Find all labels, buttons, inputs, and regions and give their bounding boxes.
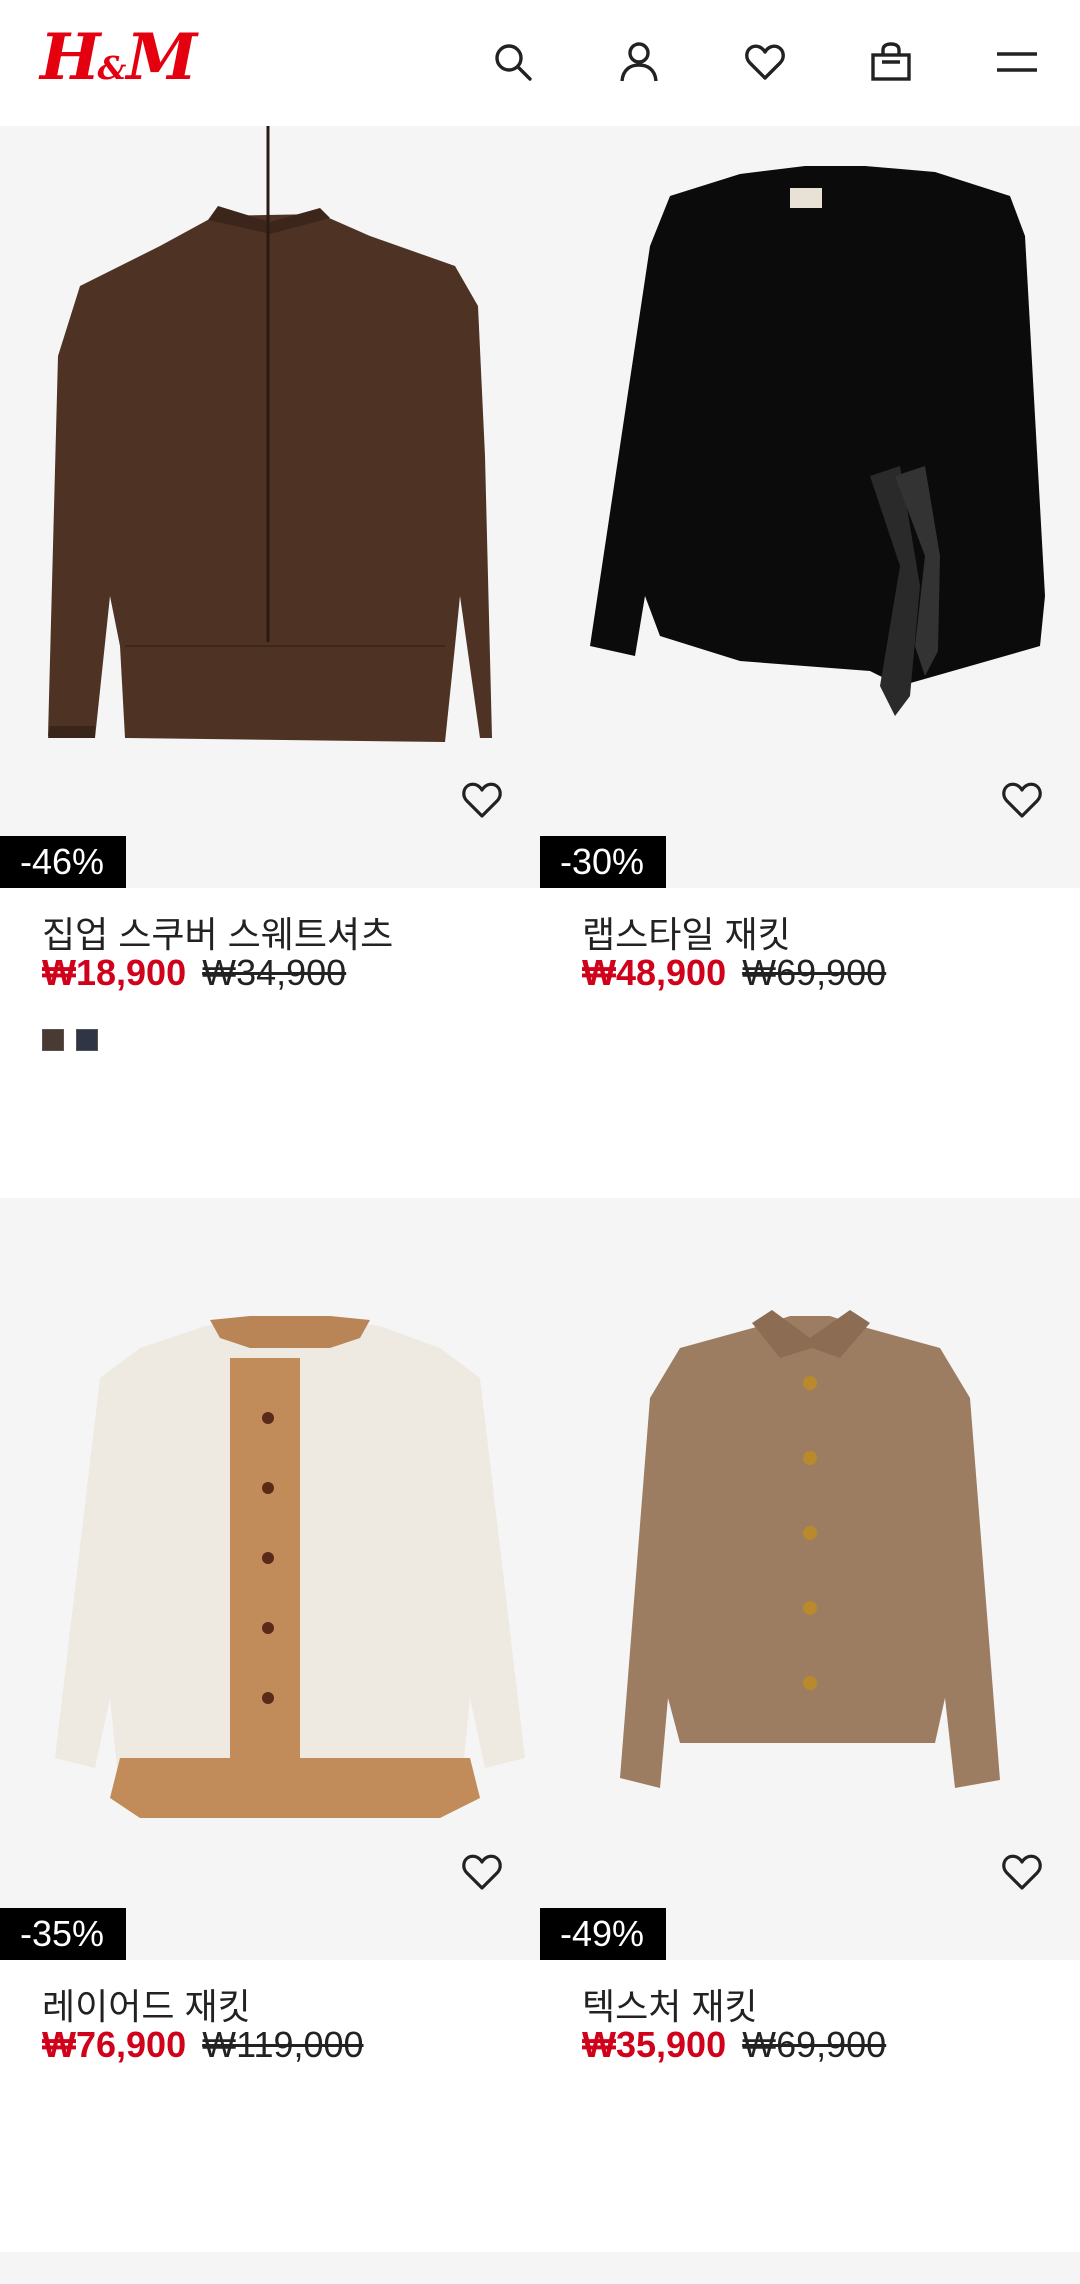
product-image[interactable]: -46% <box>0 126 540 888</box>
sale-price: ₩35,900 <box>582 2024 727 2065</box>
discount-badge: -30% <box>540 836 667 888</box>
top-header: H&M <box>0 0 1080 126</box>
product-card[interactable]: -30% 랩스타일 재킷 ₩48,900 ₩69,900 <box>540 126 1080 993</box>
product-price: ₩76,900 ₩119,000 <box>42 2024 364 2066</box>
add-to-favorites-icon[interactable] <box>454 772 510 828</box>
sale-price: ₩48,900 <box>582 952 727 993</box>
color-swatches <box>42 1029 98 1051</box>
discount-badge: -49% <box>540 1908 667 1960</box>
product-image[interactable]: -49% <box>540 1198 1080 1960</box>
product-card[interactable]: -49% 텍스처 재킷 ₩35,900 ₩69,900 <box>540 1198 1080 2065</box>
product-name[interactable]: 랩스타일 재킷 <box>582 906 791 958</box>
color-swatch-brown[interactable] <box>42 1029 64 1051</box>
add-to-favorites-icon[interactable] <box>454 1844 510 1900</box>
hm-logo[interactable]: H&M <box>40 20 197 95</box>
heart-icon[interactable] <box>735 32 795 92</box>
product-card[interactable]: -46% 집업 스쿠버 스웨트셔츠 ₩18,900 ₩34,900 <box>0 126 540 1051</box>
original-price: ₩69,900 <box>742 2024 887 2065</box>
add-to-favorites-icon[interactable] <box>994 772 1050 828</box>
color-swatch-navy[interactable] <box>76 1029 98 1051</box>
logo-ampersand: & <box>97 49 127 87</box>
product-price: ₩48,900 ₩69,900 <box>582 952 886 994</box>
search-icon[interactable] <box>483 32 543 92</box>
product-name[interactable]: 레이어드 재킷 <box>42 1978 251 2030</box>
product-name[interactable]: 텍스처 재킷 <box>582 1978 758 2030</box>
product-card[interactable]: -35% 레이어드 재킷 ₩76,900 ₩119,000 <box>0 1198 540 2065</box>
sale-price: ₩18,900 <box>42 952 187 993</box>
sale-price: ₩76,900 <box>42 2024 187 2065</box>
original-price: ₩119,000 <box>202 2024 364 2065</box>
next-row-image-edge <box>0 2252 1080 2284</box>
product-price: ₩35,900 ₩69,900 <box>582 2024 886 2066</box>
original-price: ₩34,900 <box>202 952 347 993</box>
discount-badge: -46% <box>0 836 127 888</box>
discount-badge: -35% <box>0 1908 127 1960</box>
product-image[interactable]: -30% <box>540 126 1080 888</box>
add-to-favorites-icon[interactable] <box>994 1844 1050 1900</box>
product-name[interactable]: 집업 스쿠버 스웨트셔츠 <box>42 906 393 958</box>
original-price: ₩69,900 <box>742 952 887 993</box>
logo-letter-m: M <box>126 20 197 95</box>
account-icon[interactable] <box>609 32 669 92</box>
product-price: ₩18,900 ₩34,900 <box>42 952 346 994</box>
menu-icon[interactable] <box>987 32 1047 92</box>
shopping-bag-icon[interactable] <box>861 32 921 92</box>
logo-letter-h: H <box>40 20 100 95</box>
product-image[interactable]: -35% <box>0 1198 540 1960</box>
